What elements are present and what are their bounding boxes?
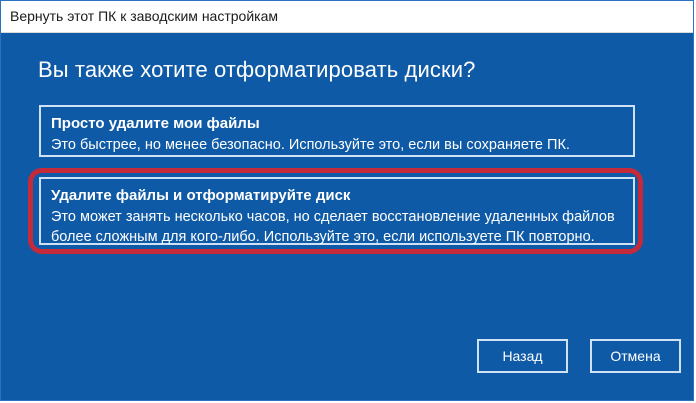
reset-pc-dialog: Вернуть этот ПК к заводским настройкам В… [0, 0, 694, 401]
option-description-line-2: более сложным для кого-либо. Используйте… [51, 229, 595, 245]
back-button[interactable]: Назад [477, 339, 568, 373]
dialog-content: Вы также хотите отформатировать диски? П… [1, 33, 693, 400]
option-remove-and-clean-drive[interactable]: Удалите файлы и отформатируйте диск Это … [39, 177, 635, 245]
option-description: Это быстрее, но менее безопасно. Использ… [51, 137, 570, 153]
option-title: Удалите файлы и отформатируйте диск [51, 187, 351, 204]
cancel-button[interactable]: Отмена [590, 339, 681, 373]
window-title: Вернуть этот ПК к заводским настройкам [10, 8, 278, 24]
title-bar: Вернуть этот ПК к заводским настройкам [1, 1, 693, 33]
page-title: Вы также хотите отформатировать диски? [38, 57, 476, 82]
option-description-line-1: Это может занять несколько часов, но сде… [51, 209, 615, 225]
option-description: Это может занять несколько часов, но сде… [51, 207, 615, 247]
option-title: Просто удалите мои файлы [51, 115, 260, 132]
option-remove-files-only[interactable]: Просто удалите мои файлы Это быстрее, но… [39, 105, 635, 157]
